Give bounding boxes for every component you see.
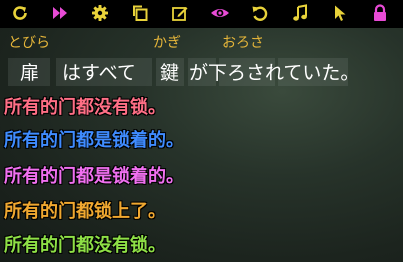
lock-icon[interactable] xyxy=(369,2,391,24)
toolbar xyxy=(0,0,403,28)
translation-line-5: 所有的门都没有锁。 xyxy=(4,235,166,256)
translation-line-2: 所有的门都是锁着的。 xyxy=(4,130,184,151)
settings-gear-icon[interactable] xyxy=(89,2,111,24)
furigana-kagi: かぎ xyxy=(153,35,181,51)
furigana-tobira: とびら xyxy=(8,35,50,51)
fast-forward-icon[interactable] xyxy=(49,2,71,24)
music-note-icon[interactable] xyxy=(289,2,311,24)
sentence-word-tobira: 扉 xyxy=(20,62,40,84)
sentence-word-kagi: 鍵 xyxy=(160,62,180,84)
translation-line-1: 所有的门都没有锁。 xyxy=(4,97,166,118)
translation-line-4: 所有的门都锁上了。 xyxy=(4,201,166,222)
edit-icon[interactable] xyxy=(169,2,191,24)
eye-icon[interactable] xyxy=(209,2,231,24)
undo-icon[interactable] xyxy=(249,2,271,24)
copy-icon[interactable] xyxy=(129,2,151,24)
furigana-orosa: おろさ xyxy=(222,35,264,51)
cursor-icon[interactable] xyxy=(329,2,351,24)
replay-icon[interactable] xyxy=(9,2,31,24)
sentence-word-rest: が下ろされていた。 xyxy=(189,62,360,84)
translation-line-3: 所有的门都是锁着的。 xyxy=(4,166,184,187)
sentence-word-hasubete: はすべて xyxy=(62,62,136,84)
